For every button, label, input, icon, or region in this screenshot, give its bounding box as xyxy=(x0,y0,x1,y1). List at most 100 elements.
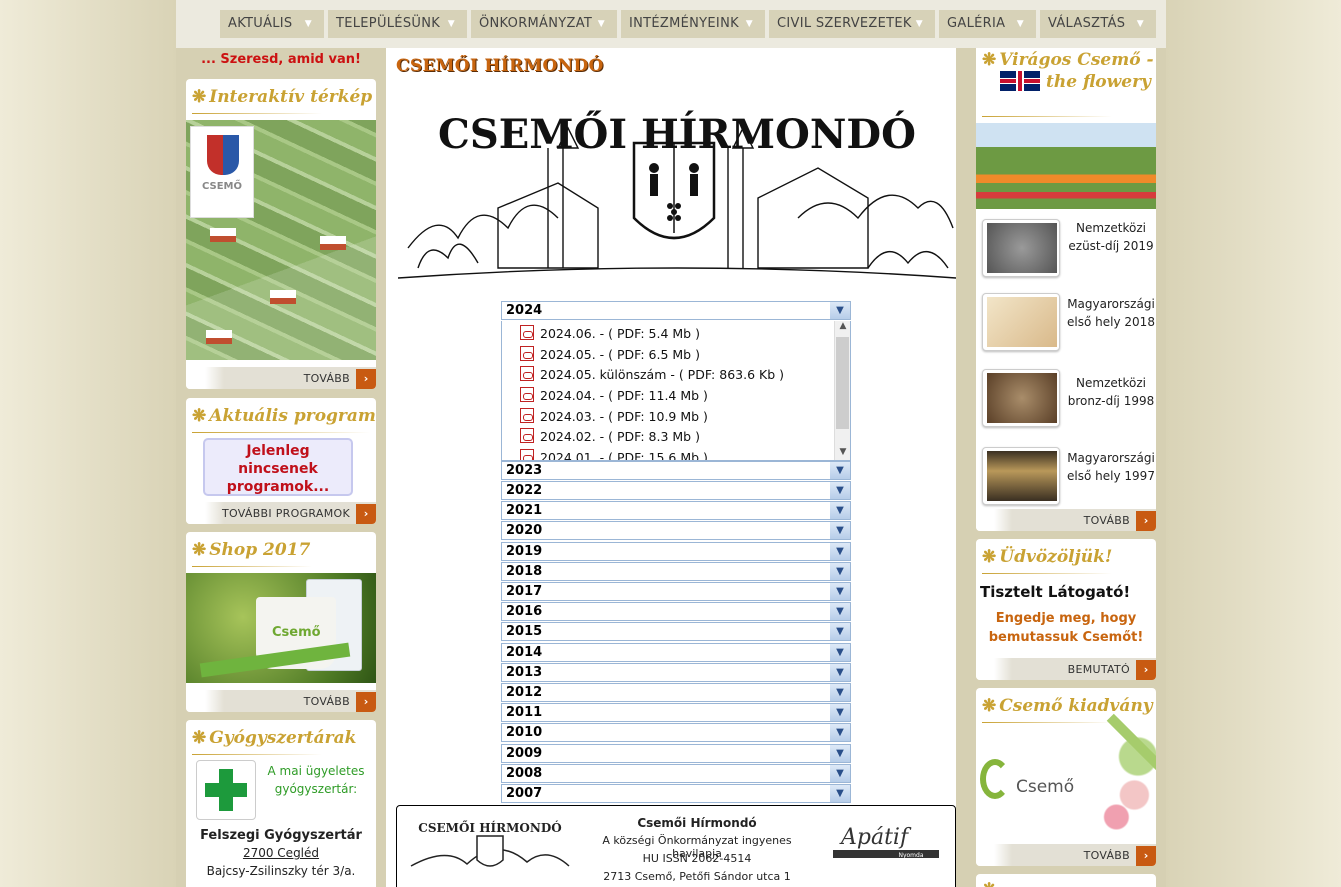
shop-image[interactable]: Csemő xyxy=(186,573,376,683)
arrow-right-icon[interactable]: › xyxy=(356,504,376,524)
year-header-open[interactable]: 2024 ▼ xyxy=(501,301,851,320)
chevron-down-icon: ▼ xyxy=(830,603,850,620)
year-header[interactable]: 2015 ▼ xyxy=(501,622,851,641)
pdf-link[interactable]: 2024.02. - ( PDF: 8.3 Mb ) xyxy=(520,428,700,444)
year-header[interactable]: 2022 ▼ xyxy=(501,481,851,500)
nav-label: CIVIL SZERVEZETEK xyxy=(777,16,912,31)
year-header[interactable]: 2009 ▼ xyxy=(501,744,851,763)
year-header[interactable]: 2018 ▼ xyxy=(501,562,851,581)
presentation-link[interactable]: BEMUTATÓ xyxy=(1068,663,1130,676)
award-image[interactable] xyxy=(982,369,1060,427)
scrollbar-thumb[interactable] xyxy=(836,337,849,429)
box-title-text: Gyógyszertárak xyxy=(209,728,357,748)
year-header[interactable]: 2011 ▼ xyxy=(501,703,851,722)
year-header[interactable]: 2017 ▼ xyxy=(501,582,851,601)
shop-more-link[interactable]: TOVÁBB xyxy=(304,695,350,708)
publication-image[interactable]: Csemő xyxy=(976,713,1156,839)
chevron-down-icon: ▼ xyxy=(830,543,850,560)
pdf-link[interactable]: 2024.03. - ( PDF: 10.9 Mb ) xyxy=(520,408,708,424)
page-title: CSEMŐI HÍRMONDÓ xyxy=(396,56,604,76)
interactive-map-box: ❋ Interaktív térkép CSEMŐ TOVÁBB › xyxy=(186,79,376,389)
scroll-down-icon[interactable]: ▼ xyxy=(835,447,850,460)
village-logo-text: CSEMŐ xyxy=(201,181,242,192)
arrow-right-icon[interactable]: › xyxy=(1136,846,1156,866)
year-header[interactable]: 2013 ▼ xyxy=(501,663,851,682)
nav-item-valasztas[interactable]: VÁLASZTÁS ▼ xyxy=(1040,10,1156,38)
publication-logo-text: Csemő xyxy=(1016,777,1075,797)
shop-box: ❋ Shop 2017 Csemő TOVÁBB › xyxy=(186,532,376,712)
mug-logo: Csemő xyxy=(272,625,321,640)
year-header[interactable]: 2019 ▼ xyxy=(501,542,851,561)
nav-label: INTÉZMÉNYEINK xyxy=(629,16,739,31)
map-image[interactable]: CSEMŐ xyxy=(186,120,376,360)
year-header[interactable]: 2010 ▼ xyxy=(501,723,851,742)
year-label: 2013 xyxy=(506,665,543,680)
main-navigation: AKTUÁLIS ▼ TELEPÜLÉSÜNK ▼ ÖNKORMÁNYZAT ▼ IN… xyxy=(176,0,1166,48)
arrow-right-icon[interactable]: › xyxy=(356,692,376,712)
year-header[interactable]: 2021 ▼ xyxy=(501,501,851,520)
pdf-link-text: 2024.04. - ( PDF: 11.4 Mb ) xyxy=(540,388,708,403)
scroll-up-icon[interactable]: ▲ xyxy=(835,321,850,335)
nav-item-telepulesunk[interactable]: TELEPÜLÉSÜNK ▼ xyxy=(328,10,467,38)
year-header[interactable]: 2014 ▼ xyxy=(501,643,851,662)
nav-item-galeria[interactable]: GALÉRIA ▼ xyxy=(939,10,1036,38)
flower-park-image[interactable] xyxy=(976,123,1156,209)
pdf-link[interactable]: 2024.04. - ( PDF: 11.4 Mb ) xyxy=(520,387,708,403)
on-duty-note: A mai ügyeletes gyógyszertár: xyxy=(267,764,365,796)
flower-icon: ❋ xyxy=(192,728,207,748)
nav-item-aktualis[interactable]: AKTUÁLIS ▼ xyxy=(220,10,324,38)
year-label: 2015 xyxy=(506,624,543,639)
welcome-box: ❋ Üdvözöljük! Tisztelt Látogató! Engedje … xyxy=(976,539,1156,680)
publication-more-link[interactable]: TOVÁBB xyxy=(1084,849,1130,862)
flower-icon-row: ❋ xyxy=(982,880,999,887)
pdf-link[interactable]: 2024.05. - ( PDF: 6.5 Mb ) xyxy=(520,346,700,362)
flowery-more-link[interactable]: TOVÁBB xyxy=(1084,514,1130,527)
arrow-right-icon[interactable]: › xyxy=(356,369,376,389)
year-label: 2019 xyxy=(506,544,543,559)
nav-item-onkormanyzat[interactable]: ÖNKORMÁNYZAT ▼ xyxy=(471,10,617,38)
year-header[interactable]: 2012 ▼ xyxy=(501,683,851,702)
map-house-icon xyxy=(270,290,296,304)
flowery-settlement-box: ❋Virágos Csemő - the flowery settlement … xyxy=(976,48,1156,531)
title-divider xyxy=(192,754,322,755)
programs-more-link[interactable]: TOVÁBBI PROGRAMOK xyxy=(222,507,350,520)
chevron-down-icon: ▼ xyxy=(597,19,605,29)
arrow-right-icon[interactable]: › xyxy=(1136,511,1156,531)
scrollbar[interactable]: ▲ ▼ xyxy=(834,321,850,460)
chevron-down-icon: ▼ xyxy=(830,623,850,640)
year-header[interactable]: 2007 ▼ xyxy=(501,784,851,803)
uk-flag-icon xyxy=(1000,71,1040,91)
year-header[interactable]: 2020 ▼ xyxy=(501,521,851,540)
pdf-link[interactable]: 2024.01. - ( PDF: 15.6 Mb ) xyxy=(520,449,708,460)
box-title: ❋ Gyógyszertárak xyxy=(192,728,356,748)
box-title-text: Csemő kiadvány xyxy=(999,696,1153,716)
award-image[interactable] xyxy=(982,447,1060,505)
pdf-link[interactable]: 2024.06. - ( PDF: 5.4 Mb ) xyxy=(520,325,700,341)
box-title-text: Shop 2017 xyxy=(209,540,311,560)
chevron-down-icon: ▼ xyxy=(830,482,850,499)
year-header[interactable]: 2008 ▼ xyxy=(501,764,851,783)
flower-icon: ❋ xyxy=(192,540,207,560)
welcome-text: Engedje meg, hogy bemutassuk Csemőt! xyxy=(988,611,1144,645)
award-image[interactable] xyxy=(982,219,1060,277)
year-label: 2011 xyxy=(506,705,543,720)
award-image[interactable] xyxy=(982,293,1060,351)
year-label: 2008 xyxy=(506,766,543,781)
pdf-link[interactable]: 2024.05. különszám - ( PDF: 863.6 Kb ) xyxy=(520,366,784,382)
map-house-icon xyxy=(320,236,346,250)
year-header[interactable]: 2023 ▼ xyxy=(501,461,851,480)
arrow-right-icon[interactable]: › xyxy=(1136,660,1156,680)
nav-item-intezmenyeink[interactable]: INTÉZMÉNYEINK ▼ xyxy=(621,10,765,38)
chevron-down-icon: ▼ xyxy=(304,19,312,29)
map-more-link[interactable]: TOVÁBB xyxy=(304,372,350,385)
flower-icon: ❋ xyxy=(192,406,207,426)
pdf-link-text: 2024.03. - ( PDF: 10.9 Mb ) xyxy=(540,409,708,424)
nav-item-civil[interactable]: CIVIL SZERVEZETEK ▼ xyxy=(769,10,935,38)
chevron-down-icon: ▼ xyxy=(830,684,850,701)
title-divider xyxy=(982,573,1112,574)
award-label: Nemzetközi bronz-díj 1998 xyxy=(1067,376,1155,408)
village-logo: CSEMŐ xyxy=(190,126,254,218)
year-header[interactable]: 2016 ▼ xyxy=(501,602,851,621)
pharmacy-city-link[interactable]: 2700 Cegléd xyxy=(186,846,376,860)
box-title-text: Interaktív térkép xyxy=(209,87,373,107)
